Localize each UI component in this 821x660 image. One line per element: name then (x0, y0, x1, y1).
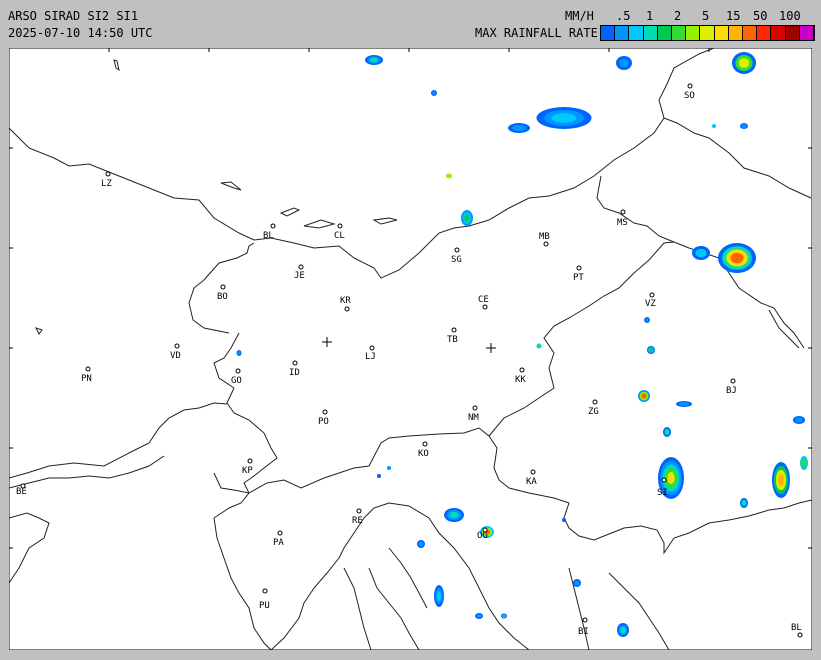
city-label: CE (478, 295, 489, 305)
radar-echo (620, 626, 626, 634)
scale-tick: 15 (726, 9, 741, 23)
scale-swatch (657, 26, 673, 40)
map-frame (9, 48, 812, 650)
city-label: VD (170, 351, 181, 361)
scale-swatch (743, 26, 758, 40)
radar-echo (741, 499, 747, 507)
city-label: SI (657, 488, 668, 498)
radar-echo (464, 214, 470, 222)
city-label: KA (526, 477, 537, 487)
scale-swatch (686, 26, 701, 40)
city-label: BE (16, 487, 27, 497)
city-label: PT (573, 273, 584, 283)
scale-tick: .5 (616, 9, 631, 23)
radar-echo (502, 614, 506, 618)
city-label: KO (418, 449, 429, 459)
radar-echo (574, 580, 580, 586)
scale-tick: 1 (646, 9, 654, 23)
scale-tick: 50 (753, 9, 768, 23)
radar-echo (436, 591, 442, 601)
radar-echo (512, 124, 526, 132)
radar-echo (449, 511, 459, 519)
scale-swatch (700, 26, 715, 40)
legend-title: MAX RAINFALL RATE (475, 26, 598, 40)
radar-echo (649, 348, 653, 352)
radar-echo (801, 458, 807, 468)
city-label: VZ (645, 299, 656, 309)
city-label: SO (684, 91, 695, 101)
radar-echo (645, 318, 649, 322)
city-label: RE (352, 516, 363, 526)
city-label: LZ (101, 179, 112, 189)
radar-echo (551, 113, 577, 123)
scale-tick: 2 (674, 9, 682, 23)
scale-swatch (799, 26, 815, 40)
scale-swatch (771, 26, 786, 40)
scale-swatch (643, 26, 658, 40)
city-label: CL (334, 231, 345, 241)
radar-echo (476, 614, 482, 618)
radar-echo (418, 541, 424, 547)
radar-echo (446, 173, 452, 179)
scale-tick: 5 (702, 9, 710, 23)
radar-echo (432, 91, 436, 95)
radar-echo (730, 252, 744, 264)
radar-echo (738, 58, 750, 68)
radar-echo (237, 351, 241, 355)
scale-swatch (672, 26, 687, 40)
radar-echo (619, 58, 629, 68)
city-label: PU (259, 601, 270, 611)
city-label: BO (217, 292, 228, 302)
city-label: BL (791, 623, 802, 633)
city-label: BI (578, 627, 589, 637)
scale-swatch (615, 26, 630, 40)
radar-echo (695, 248, 707, 258)
radar-echo (536, 343, 542, 349)
radar-echo (641, 393, 647, 399)
city-label: JE (294, 271, 305, 281)
scale-tick-labels: .5 1 2 5 15 50 100 (600, 9, 815, 23)
city-label: ID (289, 368, 300, 378)
radar-echo (795, 417, 803, 423)
radar-echo (712, 124, 716, 128)
scale-swatch (785, 26, 800, 40)
scale-tick: 100 (779, 9, 801, 23)
radar-map: LZ BL CL SG MB MS SO PT JE BO KR CE VZ T… (9, 48, 812, 650)
city-label: OG (477, 531, 488, 541)
radar-echo (664, 428, 670, 436)
radar-echo (777, 473, 785, 487)
city-label: BL (263, 231, 274, 241)
city-label: ZG (588, 407, 599, 417)
radar-echo (387, 466, 391, 470)
city-label: PO (318, 417, 329, 427)
scale-swatch (757, 26, 772, 40)
timestamp: 2025-07-10 14:50 UTC (8, 26, 153, 40)
city-label: PA (273, 538, 284, 548)
rainfall-color-scale (600, 25, 815, 41)
city-label: GO (231, 376, 242, 386)
radar-echo (377, 474, 381, 478)
scale-swatch (601, 26, 616, 40)
city-label: KP (242, 466, 253, 476)
radar-echo (667, 472, 675, 484)
city-label: BJ (726, 386, 737, 396)
scale-swatch (629, 26, 644, 40)
city-label: SG (451, 255, 462, 265)
city-label: KR (340, 296, 351, 306)
radar-echo (679, 402, 689, 406)
city-label: KK (515, 375, 526, 385)
radar-title: ARSO SIRAD SI2 SI1 (8, 9, 139, 23)
city-label: NM (468, 413, 479, 423)
units-label: MM/H (565, 9, 594, 23)
scale-swatch (728, 26, 744, 40)
radar-echo (370, 57, 378, 63)
city-label: TB (447, 335, 458, 345)
radar-echo (562, 518, 566, 522)
city-label: MB (539, 232, 550, 242)
city-label: MS (617, 218, 628, 228)
city-label: PN (81, 374, 92, 384)
radar-echo (741, 124, 747, 128)
scale-swatch (714, 26, 729, 40)
city-label: LJ (365, 352, 376, 362)
